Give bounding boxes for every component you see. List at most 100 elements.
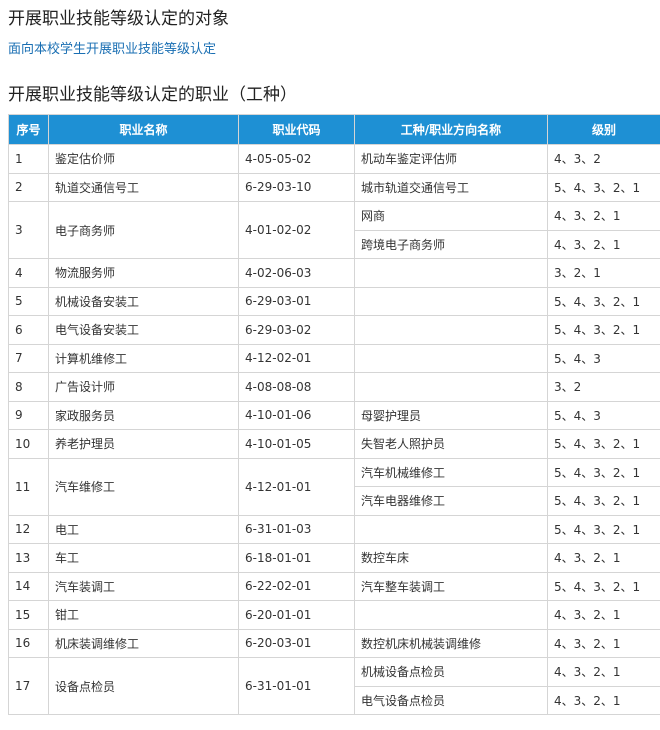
cell-level: 5、4、3、2、1	[547, 486, 660, 516]
cell-type: 汽车机械维修工	[354, 457, 548, 487]
table-row: 12 电工 6-31-01-03 5、4、3、2、1	[8, 514, 660, 544]
table-row: 13 车工 6-18-01-01 数控车床 4、3、2、1	[8, 543, 660, 573]
cell-code: 4-12-01-01	[238, 457, 355, 516]
cell-name: 机械设备安装工	[48, 286, 239, 316]
heading-target: 开展职业技能等级认定的对象	[8, 9, 229, 29]
cell-level: 3、2	[547, 372, 660, 402]
cell-type: 跨境电子商务师	[354, 229, 548, 259]
header-level: 级别	[547, 114, 660, 145]
cell-type: 数控车床	[354, 543, 548, 573]
cell-name: 车工	[48, 543, 239, 573]
cell-code: 4-02-06-03	[238, 258, 355, 288]
cell-code: 6-20-01-01	[238, 600, 355, 630]
cell-type	[354, 343, 548, 373]
table-row: 9 家政服务员 4-10-01-06 母婴护理员 5、4、3	[8, 400, 660, 430]
table-row: 7 计算机维修工 4-12-02-01 5、4、3	[8, 343, 660, 373]
table-row: 17 设备点检员 6-31-01-01 机械设备点检员 4、3、2、1	[8, 657, 660, 715]
cell-no: 9	[8, 400, 49, 430]
heading-occupation: 开展职业技能等级认定的职业（工种）	[8, 85, 297, 105]
cell-type	[354, 600, 548, 630]
table-row: 15 钳工 6-20-01-01 4、3、2、1	[8, 600, 660, 630]
cell-code: 4-01-02-02	[238, 201, 355, 259]
cell-type: 汽车整车装调工	[354, 571, 548, 601]
cell-type: 机械设备点检员	[354, 657, 548, 687]
cell-no: 10	[8, 429, 49, 459]
cell-no: 1	[8, 144, 49, 174]
cell-no: 13	[8, 543, 49, 573]
cell-level: 5、4、3、2、1	[547, 429, 660, 459]
cell-name: 钳工	[48, 600, 239, 630]
table-body: 1 鉴定估价师 4-05-05-02 机动车鉴定评估师 4、3、2 2 轨道交通信号工 6-2…	[8, 144, 660, 715]
cell-level: 4、3、2、1	[547, 201, 660, 231]
table-row: 3 电子商务师 4-01-02-02 网商 4、3、2、1	[8, 201, 660, 259]
occupation-table: 序号 职业名称 职业代码 工种/职业方向名称 级别 1 鉴定估价师 4-05-05-…	[8, 114, 660, 715]
cell-name: 设备点检员	[48, 657, 239, 715]
cell-no: 12	[8, 514, 49, 544]
cell-level: 5、4、3、2、1	[547, 457, 660, 487]
table-row: 2 轨道交通信号工 6-29-03-10 城市轨道交通信号工 5、4、3、2、1	[8, 172, 660, 202]
cell-type: 网商	[354, 201, 548, 231]
table-row: 1 鉴定估价师 4-05-05-02 机动车鉴定评估师 4、3、2	[8, 144, 660, 174]
cell-level: 4、3、2、1	[547, 628, 660, 658]
cell-code: 4-10-01-05	[238, 429, 355, 459]
table-header-row: 序号 职业名称 职业代码 工种/职业方向名称 级别	[8, 114, 660, 145]
table-row: 14 汽车装调工 6-22-02-01 汽车整车装调工 5、4、3、2、1	[8, 571, 660, 601]
cell-type: 汽车电器维修工	[354, 486, 548, 516]
cell-no: 3	[8, 201, 49, 259]
cell-no: 6	[8, 315, 49, 345]
table-row: 11 汽车维修工 4-12-01-01 汽车机械维修工 5、4、3、2、1	[8, 457, 660, 516]
target-link[interactable]: 面向本校学生开展职业技能等级认定	[8, 38, 216, 57]
cell-name: 广告设计师	[48, 372, 239, 402]
cell-no: 7	[8, 343, 49, 373]
cell-level: 4、3、2、1	[547, 685, 660, 715]
cell-level: 3、2、1	[547, 258, 660, 288]
cell-code: 6-29-03-02	[238, 315, 355, 345]
table-row: 4 物流服务师 4-02-06-03 3、2、1	[8, 258, 660, 288]
header-type: 工种/职业方向名称	[354, 114, 548, 145]
cell-name: 养老护理员	[48, 429, 239, 459]
cell-name: 轨道交通信号工	[48, 172, 239, 202]
header-name: 职业名称	[48, 114, 239, 145]
cell-type	[354, 514, 548, 544]
table-row: 8 广告设计师 4-08-08-08 3、2	[8, 372, 660, 402]
cell-name: 汽车装调工	[48, 571, 239, 601]
cell-no: 4	[8, 258, 49, 288]
cell-type: 电气设备点检员	[354, 685, 548, 715]
cell-no: 15	[8, 600, 49, 630]
cell-code: 6-20-03-01	[238, 628, 355, 658]
cell-type: 数控机床机械装调维修	[354, 628, 548, 658]
cell-name: 机床装调维修工	[48, 628, 239, 658]
cell-no: 2	[8, 172, 49, 202]
cell-no: 17	[8, 657, 49, 715]
cell-code: 6-31-01-03	[238, 514, 355, 544]
cell-level: 4、3、2、1	[547, 229, 660, 259]
cell-code: 6-31-01-01	[238, 657, 355, 715]
cell-code: 4-10-01-06	[238, 400, 355, 430]
cell-code: 6-22-02-01	[238, 571, 355, 601]
cell-code: 6-18-01-01	[238, 543, 355, 573]
cell-no: 5	[8, 286, 49, 316]
table-row: 6 电气设备安装工 6-29-03-02 5、4、3、2、1	[8, 315, 660, 345]
cell-level: 4、3、2、1	[547, 657, 660, 687]
cell-level: 5、4、3、2、1	[547, 571, 660, 601]
cell-type	[354, 258, 548, 288]
cell-level: 5、4、3	[547, 343, 660, 373]
cell-code: 6-29-03-01	[238, 286, 355, 316]
cell-level: 5、4、3、2、1	[547, 172, 660, 202]
table-row: 16 机床装调维修工 6-20-03-01 数控机床机械装调维修 4、3、2、1	[8, 628, 660, 658]
table-row: 10 养老护理员 4-10-01-05 失智老人照护员 5、4、3、2、1	[8, 429, 660, 459]
cell-level: 5、4、3、2、1	[547, 286, 660, 316]
cell-name: 物流服务师	[48, 258, 239, 288]
cell-no: 11	[8, 457, 49, 516]
cell-type	[354, 286, 548, 316]
cell-type: 母婴护理员	[354, 400, 548, 430]
cell-code: 4-12-02-01	[238, 343, 355, 373]
header-code: 职业代码	[238, 114, 355, 145]
header-no: 序号	[8, 114, 49, 145]
cell-no: 14	[8, 571, 49, 601]
cell-type	[354, 372, 548, 402]
table-row: 5 机械设备安装工 6-29-03-01 5、4、3、2、1	[8, 286, 660, 316]
cell-no: 8	[8, 372, 49, 402]
cell-level: 4、3、2	[547, 144, 660, 174]
cell-level: 5、4、3、2、1	[547, 514, 660, 544]
